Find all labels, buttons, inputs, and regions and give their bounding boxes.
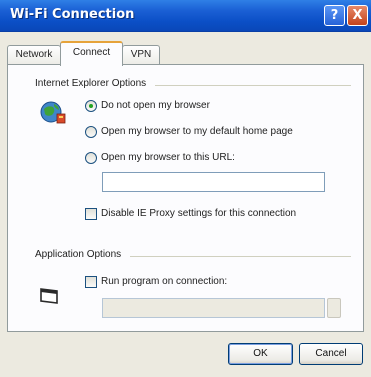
close-button[interactable]: X [347, 5, 368, 26]
radio-do-not-open-browser-label: Do not open my browser [101, 100, 210, 111]
radio-do-not-open-browser[interactable] [85, 100, 97, 112]
application-window-icon [40, 288, 58, 304]
program-path-input[interactable] [102, 298, 325, 318]
tab-network[interactable]: Network [7, 45, 61, 65]
run-program-label: Run program on connection: [101, 276, 228, 287]
radio-open-to-url[interactable] [85, 152, 97, 164]
tab-vpn[interactable]: VPN [122, 45, 160, 65]
window-title: Wi-Fi Connection [10, 7, 135, 22]
ie-group-divider [155, 85, 351, 86]
app-group-divider [130, 256, 351, 257]
ie-options-group-title: Internet Explorer Options [35, 78, 151, 89]
run-program-checkbox[interactable] [85, 276, 97, 288]
help-button[interactable]: ? [324, 5, 345, 26]
radio-open-to-url-label: Open my browser to this URL: [101, 152, 235, 163]
title-bar[interactable]: Wi-Fi Connection ? X [0, 0, 371, 32]
radio-open-default-home-page[interactable] [85, 126, 97, 138]
disable-ie-proxy-label: Disable IE Proxy settings for this conne… [101, 208, 297, 219]
radio-open-default-home-page-label: Open my browser to my default home page [101, 126, 293, 137]
application-options-group-title: Application Options [35, 249, 126, 260]
ie-globe-icon [40, 101, 66, 124]
cancel-button[interactable]: Cancel [299, 343, 363, 365]
disable-ie-proxy-checkbox[interactable] [85, 208, 97, 220]
url-input[interactable] [102, 172, 325, 192]
ok-button[interactable]: OK [228, 343, 293, 365]
browse-program-button[interactable] [327, 298, 341, 318]
wifi-connection-dialog: Wi-Fi Connection ? X Network Connect VPN… [0, 0, 371, 377]
tab-connect[interactable]: Connect [60, 41, 123, 66]
